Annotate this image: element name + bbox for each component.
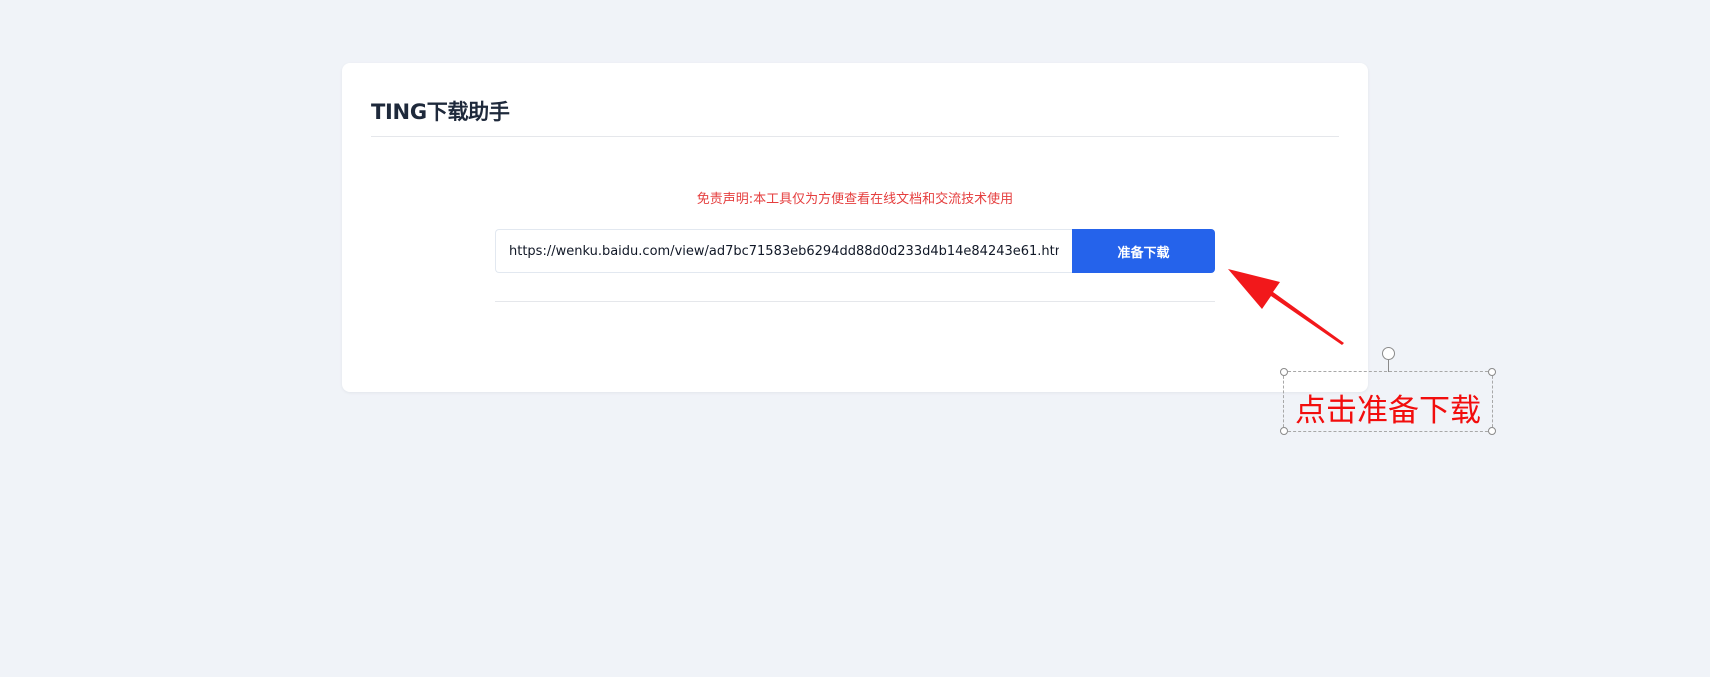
download-form: 准备下载 xyxy=(495,229,1215,273)
download-card: TING下载助手 免责声明:本工具仅为方便查看在线文档和交流技术使用 准备下载 xyxy=(342,63,1368,392)
page: TING下载助手 免责声明:本工具仅为方便查看在线文档和交流技术使用 准备下载 … xyxy=(0,0,1710,677)
divider xyxy=(495,301,1215,302)
annotation-textbox[interactable]: 点击准备下载 xyxy=(1280,347,1496,435)
resize-handle-top-left-icon[interactable] xyxy=(1280,368,1288,376)
prepare-download-button[interactable]: 准备下载 xyxy=(1072,229,1215,273)
annotation-label: 点击准备下载 xyxy=(1295,393,1481,429)
url-input[interactable] xyxy=(495,229,1072,273)
resize-handle-top-right-icon[interactable] xyxy=(1488,368,1496,376)
card-header: TING下载助手 xyxy=(371,92,1339,137)
rotate-handle-icon[interactable] xyxy=(1382,347,1395,360)
page-title: TING下载助手 xyxy=(371,100,510,124)
disclaimer-text: 免责声明:本工具仅为方便查看在线文档和交流技术使用 xyxy=(696,192,1014,207)
rotate-stem xyxy=(1388,360,1389,372)
